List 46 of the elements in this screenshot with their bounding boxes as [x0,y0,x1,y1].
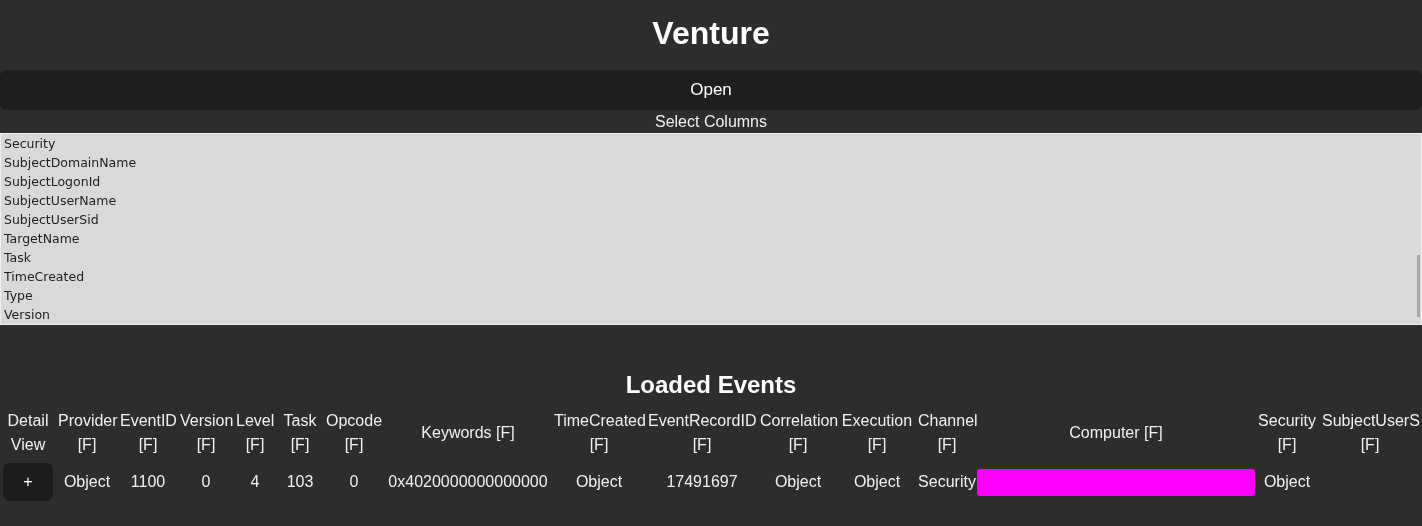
app-title: Venture [651,14,771,53]
list-item[interactable]: SubjectDomainName [1,153,1415,172]
list-item[interactable]: SubjectLogonId [1,172,1415,191]
column-header[interactable]: Level [F] [236,409,274,457]
column-header[interactable]: Computer [F] [980,421,1252,445]
list-item[interactable]: TargetName [1,229,1415,248]
list-item[interactable]: Type [1,286,1415,305]
column-header[interactable]: Task [F] [278,409,322,457]
table-cell: Security [918,473,976,490]
column-header[interactable]: Correlation [F] [760,409,836,457]
column-header[interactable]: SubjectUserS [F] [1322,409,1418,457]
column-listbox[interactable]: Security SubjectDomainName SubjectLogonId SubjectUserName SubjectUserSid TargetName Task TimeCreated Type Version [0,133,1422,325]
section-title: Loaded Events [624,370,798,400]
column-header[interactable]: Keywords [F] [386,421,550,445]
table-cell: 17491697 [666,473,738,490]
column-header[interactable]: Detail View [2,409,54,457]
table-cell: Object [575,473,623,490]
table-cell: Object [63,473,111,490]
table-cell: Object [1263,473,1311,490]
list-item[interactable]: SubjectUserSid [1,210,1415,229]
table-cell: 0x4020000000000000 [388,473,548,490]
column-header[interactable]: Version [F] [180,409,232,457]
scrollbar-thumb[interactable] [1417,255,1420,317]
column-header[interactable]: TimeCreated [F] [554,409,644,457]
column-header[interactable]: EventID [F] [120,409,176,457]
expand-button[interactable]: + [3,463,53,501]
column-header[interactable]: Execution [F] [840,409,914,457]
open-button[interactable]: Open [0,70,1422,110]
list-item[interactable]: TimeCreated [1,267,1415,286]
column-header[interactable]: Security [F] [1256,409,1318,457]
column-header[interactable]: Channel [F] [918,409,976,457]
list-label: Select Columns [653,112,768,132]
list-item[interactable]: Version [1,305,1415,324]
table-cell: 1100 [130,473,166,490]
list-item[interactable]: SubjectUserName [1,191,1415,210]
table-cell: 4 [250,473,260,490]
column-header[interactable]: Provider [F] [58,409,116,457]
table-cell: 0 [349,473,359,490]
list-item[interactable]: Security [1,134,1415,153]
list-item[interactable]: Task [1,248,1415,267]
table-cell: Object [853,473,901,490]
column-header[interactable]: Opcode [F] [326,409,382,457]
column-header[interactable]: EventRecordID [F] [648,409,756,457]
table-cell: 0 [201,473,211,490]
table-cell: Object [774,473,822,490]
table-cell: 103 [286,473,314,490]
